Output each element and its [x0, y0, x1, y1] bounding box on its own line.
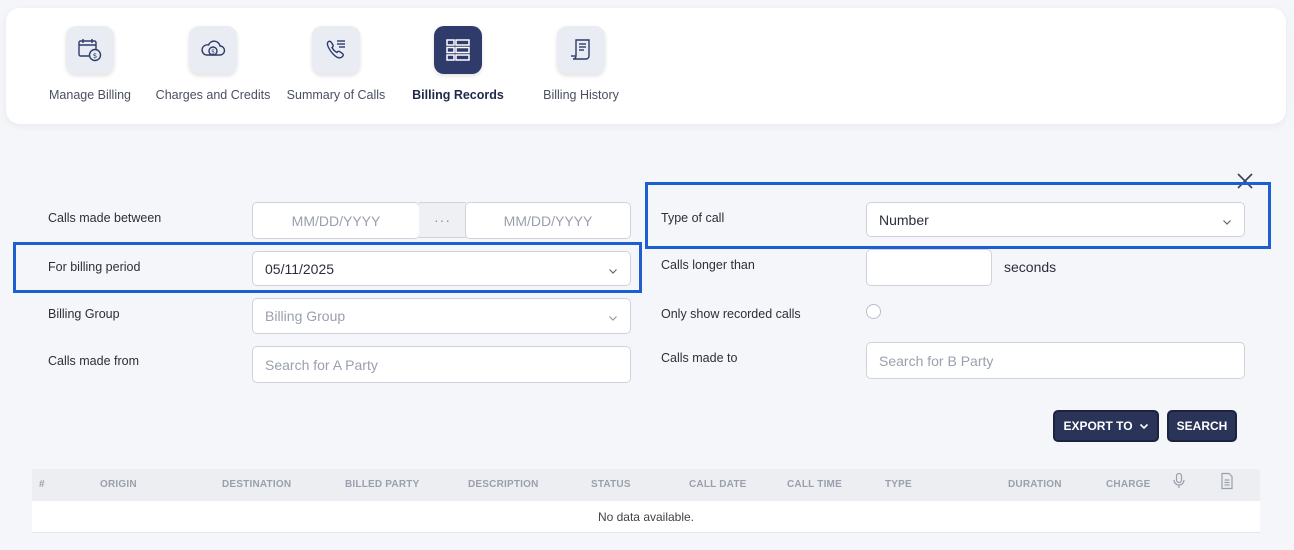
- type-of-call-value: Number: [879, 211, 929, 228]
- type-of-call-label: Type of call: [661, 211, 725, 225]
- nav-billing-records[interactable]: Billing Records: [398, 24, 518, 102]
- nav-label: Summary of Calls: [286, 88, 386, 102]
- svg-text:$: $: [211, 49, 215, 56]
- recorded-only-radio[interactable]: [866, 304, 881, 319]
- phone-list-icon: [312, 26, 360, 74]
- close-icon[interactable]: [1236, 172, 1254, 190]
- date-to-placeholder: MM/DD/YYYY: [503, 212, 593, 229]
- billing-group-select[interactable]: Billing Group: [252, 298, 631, 334]
- column-header[interactable]: DESTINATION: [222, 479, 291, 490]
- b-party-placeholder: Search for B Party: [879, 352, 994, 369]
- column-header[interactable]: CHARGE: [1106, 479, 1151, 490]
- date-from-input[interactable]: MM/DD/YYYY: [252, 202, 420, 239]
- calendar-dollar-icon: $: [66, 26, 114, 74]
- search-button[interactable]: SEARCH: [1167, 410, 1237, 442]
- date-from-placeholder: MM/DD/YYYY: [291, 212, 381, 229]
- nav-manage-billing[interactable]: $ Manage Billing: [30, 24, 150, 102]
- billing-group-label: Billing Group: [48, 307, 120, 321]
- column-header[interactable]: BILLED PARTY: [345, 479, 419, 490]
- column-header[interactable]: ORIGIN: [100, 479, 137, 490]
- duration-input[interactable]: [866, 249, 992, 286]
- a-party-placeholder: Search for A Party: [265, 356, 378, 373]
- column-header[interactable]: STATUS: [591, 479, 631, 490]
- column-header[interactable]: DURATION: [1008, 479, 1062, 490]
- svg-text:$: $: [93, 52, 97, 60]
- billing-group-placeholder: Billing Group: [265, 308, 346, 324]
- search-label: SEARCH: [1176, 419, 1228, 433]
- column-header[interactable]: CALL DATE: [689, 479, 747, 490]
- nav-label: Billing History: [543, 88, 619, 102]
- calls-made-to-label: Calls made to: [661, 351, 738, 365]
- nav-summary-calls[interactable]: Summary of Calls: [276, 24, 396, 102]
- column-header[interactable]: TYPE: [885, 479, 912, 490]
- chevron-down-icon: [608, 310, 618, 321]
- recorded-only-label: Only show recorded calls: [661, 307, 801, 321]
- billing-nav: $ Manage Billing $ Charges and Credits S…: [6, 8, 1286, 124]
- nav-charges-credits[interactable]: $ Charges and Credits: [153, 24, 273, 102]
- billing-period-label: For billing period: [48, 260, 141, 274]
- empty-table-row: No data available.: [32, 501, 1260, 533]
- empty-state-text: No data available.: [597, 509, 695, 524]
- nav-label: Charges and Credits: [155, 88, 271, 102]
- table-header: # ORIGIN DESTINATION BILLED PARTY DESCRI…: [32, 469, 1260, 501]
- billing-period-value: 05/11/2025: [265, 260, 335, 277]
- a-party-search-input[interactable]: Search for A Party: [252, 346, 631, 383]
- chevron-down-icon: [608, 263, 618, 274]
- records-list-icon: [434, 26, 482, 74]
- billing-period-select[interactable]: 05/11/2025: [252, 251, 631, 286]
- scroll-history-icon: [557, 26, 605, 74]
- type-of-call-select[interactable]: Number: [866, 202, 1245, 237]
- column-header[interactable]: DESCRIPTION: [468, 479, 539, 490]
- column-header[interactable]: #: [39, 479, 45, 490]
- export-to-label: EXPORT TO: [1063, 419, 1133, 433]
- nav-label: Manage Billing: [49, 88, 131, 102]
- b-party-search-input[interactable]: Search for B Party: [866, 342, 1245, 379]
- cloud-dollar-icon: $: [189, 26, 237, 74]
- billing-records-table: # ORIGIN DESTINATION BILLED PARTY DESCRI…: [32, 469, 1260, 533]
- calls-longer-than-label: Calls longer than: [661, 258, 755, 272]
- export-to-button[interactable]: EXPORT TO: [1053, 410, 1159, 442]
- calls-made-between-label: Calls made between: [48, 211, 162, 225]
- column-header[interactable]: CALL TIME: [787, 479, 842, 490]
- microphone-icon: [1171, 472, 1187, 490]
- chevron-down-icon: [1222, 214, 1232, 225]
- document-icon: [1219, 472, 1235, 490]
- nav-billing-history[interactable]: Billing History: [521, 24, 641, 102]
- duration-unit: seconds: [1004, 259, 1057, 275]
- date-to-input[interactable]: MM/DD/YYYY: [465, 202, 631, 239]
- calls-made-from-label: Calls made from: [48, 354, 139, 368]
- date-range-separator: ···: [419, 202, 466, 238]
- nav-label: Billing Records: [412, 88, 504, 102]
- chevron-down-icon: [1139, 423, 1148, 430]
